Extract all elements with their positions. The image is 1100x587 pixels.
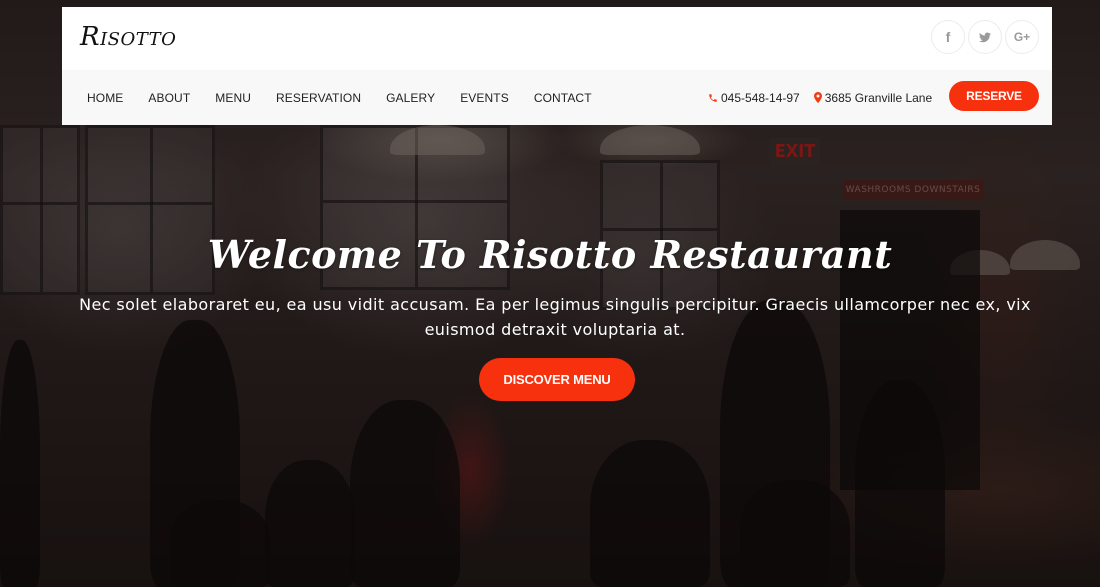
header-nav-bar: HOME ABOUT MENU RESERVATION GALERY EVENT… — [62, 70, 1052, 125]
address-text: 3685 Granville Lane — [824, 90, 933, 105]
nav-item-about[interactable]: ABOUT — [148, 91, 190, 105]
main-nav: HOME ABOUT MENU RESERVATION GALERY EVENT… — [87, 91, 617, 105]
logo[interactable]: Risotto — [80, 22, 176, 52]
nav-item-home[interactable]: HOME — [87, 91, 123, 105]
google-plus-button[interactable]: G+ — [1005, 20, 1039, 54]
hero-title: Welcome To Risotto Restaurant — [207, 232, 893, 277]
facebook-button[interactable]: f — [931, 20, 965, 54]
map-pin-icon — [813, 92, 822, 103]
nav-item-contact[interactable]: CONTACT — [534, 91, 592, 105]
discover-menu-button[interactable]: DISCOVER MENU — [479, 358, 635, 401]
nav-item-events[interactable]: EVENTS — [460, 91, 509, 105]
google-plus-icon: G+ — [1013, 30, 1031, 44]
facebook-icon: f — [945, 29, 951, 45]
phone-icon — [708, 93, 718, 103]
phone-number: 045-548-14-97 — [721, 90, 800, 105]
twitter-icon — [979, 31, 991, 42]
twitter-button[interactable] — [968, 20, 1002, 54]
phone-info[interactable]: 045-548-14-97 — [708, 91, 800, 105]
nav-item-menu[interactable]: MENU — [215, 91, 251, 105]
reserve-button[interactable]: RESERVE — [949, 81, 1039, 111]
social-links: f G+ — [931, 20, 1039, 54]
address-info[interactable]: 3685 Granville Lane — [813, 90, 933, 105]
nav-item-galery[interactable]: GALERY — [386, 91, 435, 105]
nav-item-reservation[interactable]: RESERVATION — [276, 91, 361, 105]
contact-info: 045-548-14-97 3685 Granville Lane — [708, 70, 946, 125]
header-top-bar: Risotto f G+ — [62, 7, 1052, 70]
hero-description: Nec solet elaboraret eu, ea usu vidit ac… — [79, 295, 1031, 339]
site-header: Risotto f G+ HOME ABOUT MENU RESERVATION… — [62, 7, 1052, 125]
